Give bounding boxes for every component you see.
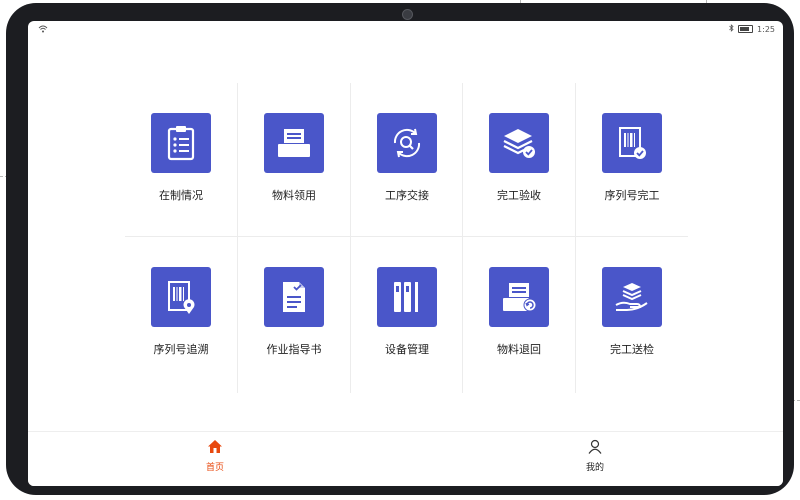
menu-item-label: 序列号追溯 (153, 343, 209, 356)
menu-item-serial-completion[interactable]: 序列号完工 (576, 83, 688, 237)
menu-item-process-handover[interactable]: 工序交接 (351, 83, 463, 237)
tab-home-label: 首页 (205, 463, 224, 473)
menu-item-label: 设备管理 (385, 343, 429, 356)
material-return-icon (489, 267, 549, 327)
menu-item-equipment-management[interactable]: 设备管理 (351, 237, 463, 391)
function-grid: 在制情况 物料领用 工序交接 完工验收 序列号完工 序列号追溯 作业指导书 设备… (125, 83, 688, 393)
menu-item-wip-status[interactable]: 在制情况 (125, 83, 237, 237)
menu-item-label: 在制情况 (159, 189, 203, 202)
menu-item-label: 完工验收 (497, 189, 541, 202)
search-cycle-icon (377, 113, 437, 173)
tab-mine-label: 我的 (585, 463, 604, 473)
menu-item-label: 作业指导书 (266, 343, 322, 356)
menu-item-serial-tracing[interactable]: 序列号追溯 (125, 237, 237, 391)
menu-item-label: 序列号完工 (604, 189, 660, 202)
equipment-bars-icon (377, 267, 437, 327)
tab-home[interactable]: 首页 (175, 432, 255, 486)
menu-item-label: 物料领用 (272, 189, 316, 202)
menu-item-work-instructions[interactable]: 作业指导书 (238, 237, 350, 391)
status-right: 1:25 (729, 24, 775, 34)
menu-item-label: 物料退回 (497, 343, 541, 356)
barcode-check-icon (602, 113, 662, 173)
menu-item-label: 完工送检 (610, 343, 654, 356)
status-bar: 1:25 (28, 21, 783, 39)
menu-item-material-requisition[interactable]: 物料领用 (238, 83, 350, 237)
home-icon (207, 439, 223, 458)
material-tray-icon (264, 113, 324, 173)
bottom-tab-bar: 首页 我的 (28, 431, 783, 486)
tab-mine[interactable]: 我的 (555, 432, 635, 486)
barcode-location-icon (151, 267, 211, 327)
layers-check-icon (489, 113, 549, 173)
user-icon (587, 439, 603, 458)
bluetooth-icon (729, 24, 734, 34)
menu-item-label: 工序交接 (385, 189, 429, 202)
clipboard-list-icon (151, 113, 211, 173)
menu-item-completion-inspection[interactable]: 完工送检 (576, 237, 688, 391)
battery-icon (738, 25, 754, 33)
document-check-icon (264, 267, 324, 327)
wifi-icon (38, 25, 48, 35)
app-screen: 1:25 在制情况 物料领用 工序交接 完工验收 序列号完工 序列号追溯 作业指… (28, 21, 783, 486)
front-camera (402, 9, 413, 20)
menu-item-completion-acceptance[interactable]: 完工验收 (463, 83, 575, 237)
hand-layers-icon (602, 267, 662, 327)
menu-item-material-return[interactable]: 物料退回 (463, 237, 575, 391)
status-time: 1:25 (757, 24, 775, 34)
